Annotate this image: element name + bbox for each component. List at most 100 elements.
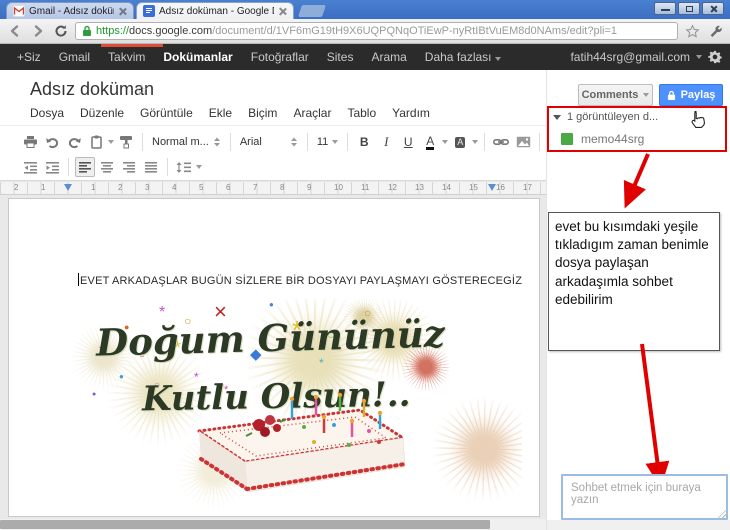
menu-ekle[interactable]: Ekle [201,106,240,120]
share-button[interactable]: Paylaş [659,84,723,106]
menu-araclar[interactable]: Araçlar [285,106,339,120]
star-icon[interactable]: ☆ [135,81,148,99]
forward-button[interactable] [29,22,47,40]
redo-icon[interactable] [64,132,84,152]
restore-button[interactable] [678,2,700,15]
underline-button[interactable]: U [398,132,418,152]
doc-header: Adsız doküman ☆ Dosya Düzenle Görüntüle … [0,70,546,125]
horizontal-scrollbar[interactable] [0,519,546,530]
italic-button[interactable]: I [376,132,396,152]
gmail-icon [13,5,25,17]
font-size-select[interactable]: 11 [314,136,341,148]
scrollbar-thumb[interactable] [0,520,490,529]
align-right-button[interactable] [119,157,139,177]
chevron-down-icon[interactable] [472,140,479,144]
document-canvas: EVET ARKADAŞLAR BUGÜN SİZLERE BİR DOSYAY… [0,196,546,530]
birthday-cake [194,392,408,493]
bold-button[interactable]: B [354,132,374,152]
gbar-item-daha-fazlasi[interactable]: Daha fazlası [416,50,510,64]
right-indent-marker[interactable] [488,184,496,191]
chevron-down-icon [696,55,702,59]
align-left-button[interactable] [75,157,95,177]
font-select[interactable]: Arial [237,136,301,148]
browser-tab-gmail[interactable]: Gmail - Adsız doküman (fatih4 [6,2,134,19]
url-text: https://docs.google.com/document/d/1VF6m… [96,25,618,37]
gbar-item-takvim[interactable]: Takvim [99,50,154,64]
tab-title: Gmail - Adsız doküman (fatih4 [29,5,114,17]
bookmark-star-icon[interactable] [683,22,701,40]
browser-window: Gmail - Adsız doküman (fatih4 Adsız dokü… [0,0,730,530]
browser-toolbar: https://docs.google.com/document/d/1VF6m… [0,19,730,44]
gbar-item-gmail[interactable]: Gmail [50,50,99,64]
back-button[interactable] [6,22,24,40]
chevron-down-icon[interactable] [442,140,449,144]
chat-input[interactable] [561,474,728,520]
text-color-button[interactable]: A [420,132,440,152]
highlight-color-button[interactable]: A [450,132,470,152]
hand-cursor-icon [689,110,705,135]
tab-strip: Gmail - Adsız doküman (fatih4 Adsız dokü… [0,0,730,19]
menu-tablo[interactable]: Tablo [339,106,384,120]
spinner-icon [290,137,297,147]
chevron-down-icon[interactable] [108,140,114,144]
active-item-marker [101,44,163,47]
print-icon[interactable] [20,132,40,152]
insert-image-icon[interactable] [513,132,533,152]
gbar-item-fotograflar[interactable]: Fotoğraflar [242,50,318,64]
docs-main: Adsız doküman ☆ Dosya Düzenle Görüntüle … [0,70,585,530]
doc-heading-text: EVET ARKADAŞLAR BUGÜN SİZLERE BİR DOSYAY… [78,273,523,287]
line-spacing-icon[interactable] [174,157,194,177]
gbar-item-dokumanlar[interactable]: Dokümanlar [154,50,241,64]
new-tab-button[interactable] [298,5,326,17]
document-page[interactable]: EVET ARKADAŞLAR BUGÜN SİZLERE BİR DOSYAY… [8,198,540,517]
paint-format-icon[interactable] [116,132,136,152]
gbar-item-plus-siz[interactable]: +Siz [8,50,50,64]
outdent-icon[interactable] [20,157,40,177]
menu-dosya[interactable]: Dosya [22,106,72,120]
browser-tab-docs[interactable]: Adsız doküman - Google Dokü [136,2,294,19]
account-email[interactable]: fatih44srg@gmail.com [570,50,690,64]
lock-icon [667,90,676,101]
menu-bicim[interactable]: Biçim [240,106,285,120]
docs-icon [143,5,155,17]
menu-bar: Dosya Düzenle Görüntüle Ekle Biçim Araçl… [22,106,438,120]
minimize-button[interactable] [654,2,676,15]
format-toolbar: Normal m... Arial 11 B I U A A [0,125,585,181]
annotation-note: evet bu kısımdaki yeşile tıkladıgım zama… [548,212,720,351]
comments-button[interactable]: Comments [578,84,653,106]
google-bar: +Siz Gmail Takvim Dokümanlar Fotoğraflar… [0,44,730,70]
text-cursor [78,273,79,286]
undo-icon[interactable] [42,132,62,152]
close-button[interactable] [702,2,724,15]
indent-icon[interactable] [42,157,62,177]
gbar-item-sites[interactable]: Sites [318,50,363,64]
tab-title: Adsız doküman - Google Dokü [159,5,274,17]
wrench-icon[interactable] [706,22,724,40]
reload-button[interactable] [52,22,70,40]
align-center-button[interactable] [97,157,117,177]
left-indent-marker[interactable] [64,184,72,191]
tab-close-icon[interactable] [118,7,127,16]
right-sidebar: Comments Paylaş 1 görüntüleyen d... memo… [546,70,730,530]
padlock-icon [82,25,92,37]
chevron-down-icon [332,140,339,144]
spinner-icon [213,137,220,147]
insert-link-icon[interactable] [491,132,511,152]
menu-duzenle[interactable]: Düzenle [72,106,132,120]
gbar-item-arama[interactable]: Arama [362,50,415,64]
menu-yardim[interactable]: Yardım [384,106,438,120]
tab-close-icon[interactable] [278,7,287,16]
chevron-down-icon [643,93,650,97]
chevron-down-icon [494,57,501,61]
style-select[interactable]: Normal m... [149,136,224,148]
window-controls [654,2,724,15]
menu-goruntule[interactable]: Görüntüle [132,106,201,120]
ruler: 2 1 1 2 3 4 5 6 7 8 9 10 11 12 13 14 15 16 17 [0,182,546,195]
sidebar-bottom-strip [547,520,730,530]
address-bar[interactable]: https://docs.google.com/document/d/1VF6m… [75,22,678,40]
paste-format-icon[interactable] [86,132,106,152]
gear-icon[interactable] [708,50,722,64]
chevron-down-icon[interactable] [196,165,202,169]
birthday-image[interactable]: × ◆ * ○ ○ ○ * ● * ○ * ● ○ * ● * ● * Doğum Gününüz Kutlu O… [64,299,522,509]
justify-button[interactable] [141,157,161,177]
